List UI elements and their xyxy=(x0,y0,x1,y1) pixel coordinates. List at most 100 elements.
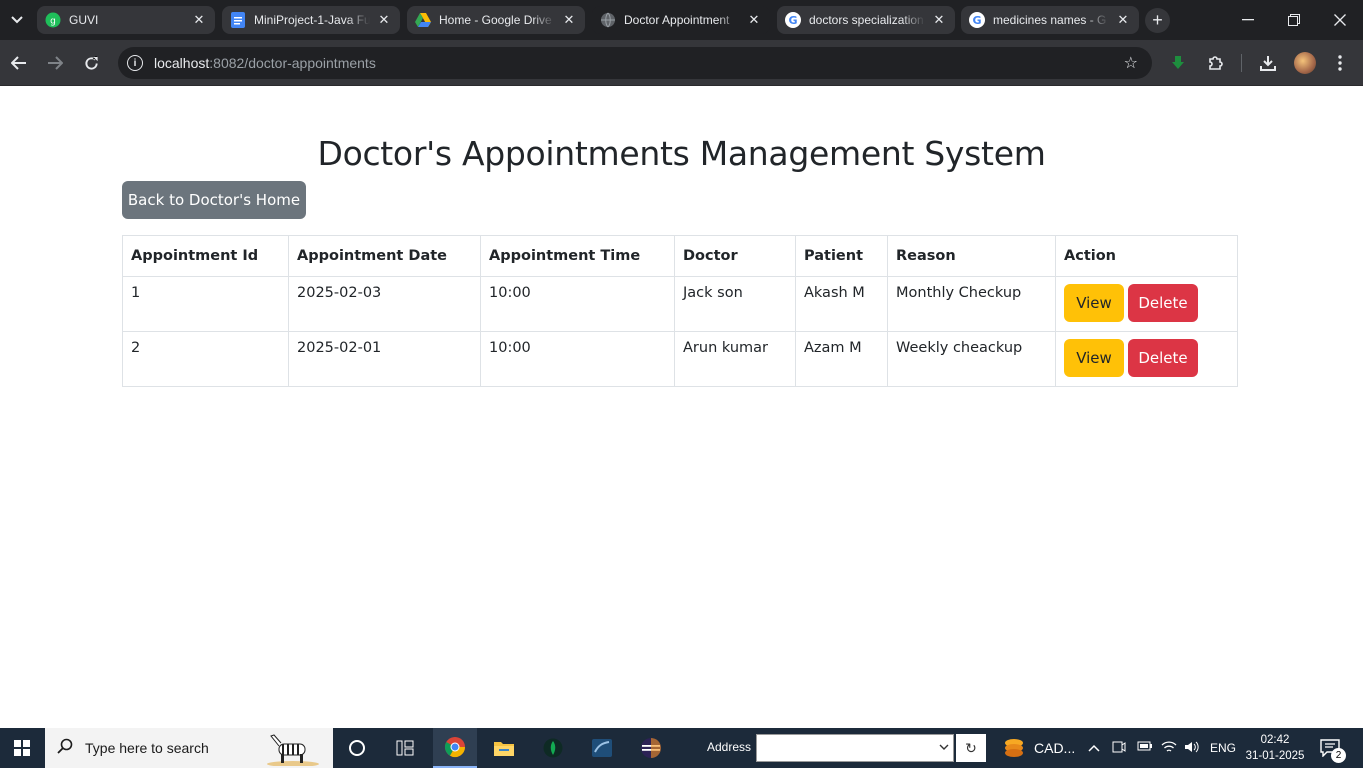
cell-appointment-time: 10:00 xyxy=(480,276,675,332)
extensions-puzzle-icon[interactable] xyxy=(1203,51,1227,75)
clock-time: 02:42 xyxy=(1260,734,1290,746)
site-info-icon[interactable]: i xyxy=(127,55,143,71)
back-arrow-icon[interactable] xyxy=(7,51,31,75)
url-text[interactable]: localhost:8082/doctor-appointments xyxy=(154,55,376,71)
mysql-workbench-icon[interactable] xyxy=(580,728,624,768)
tab-doctor-appointment[interactable]: Doctor Appointment ✕ xyxy=(592,6,770,34)
address-toolbar-input[interactable] xyxy=(756,734,954,762)
svg-text:G: G xyxy=(788,14,797,27)
cell-patient: Azam M xyxy=(795,331,888,387)
tab-search-dropdown-icon[interactable] xyxy=(6,9,28,31)
cad-coin-icon[interactable] xyxy=(1003,737,1025,759)
page-title: Doctor's Appointments Management System xyxy=(317,134,1046,173)
chevron-down-icon[interactable] xyxy=(939,741,949,753)
back-to-doctor-home-button[interactable]: Back to Doctor's Home xyxy=(122,181,306,219)
show-hidden-icons-chevron-up-icon[interactable] xyxy=(1088,740,1100,755)
globe-icon xyxy=(600,12,616,28)
reload-icon[interactable] xyxy=(79,51,103,75)
cell-doctor: Jack son xyxy=(674,276,796,332)
meet-now-icon[interactable] xyxy=(1112,740,1126,757)
cell-patient: Akash M xyxy=(795,276,888,332)
cell-appointment-time: 10:00 xyxy=(480,331,675,387)
start-button[interactable] xyxy=(0,728,44,768)
taskbar-clock[interactable]: 02:42 31-01-2025 xyxy=(1245,732,1305,764)
cell-action: View Delete xyxy=(1055,276,1238,332)
volume-icon[interactable] xyxy=(1184,740,1200,757)
cell-appointment-id: 2 xyxy=(122,331,289,387)
wifi-icon[interactable] xyxy=(1161,740,1177,757)
tab-title: Doctor Appointment xyxy=(624,13,730,27)
tab-medicines-names[interactable]: G medicines names - G ✕ xyxy=(961,6,1139,34)
task-view-icon[interactable] xyxy=(383,728,427,768)
svg-text:g: g xyxy=(50,17,56,27)
taskbar-search-box[interactable]: Type here to search xyxy=(45,728,333,768)
search-icon xyxy=(57,738,77,759)
cell-doctor: Arun kumar xyxy=(674,331,796,387)
address-toolbar-label: Address xyxy=(707,740,752,754)
table-row: 1 2025-02-03 10:00 Jack son Akash M Mont… xyxy=(122,276,1238,332)
view-button[interactable]: View xyxy=(1064,284,1124,322)
column-header-appointment-id: Appointment Id xyxy=(122,235,289,277)
more-menu-icon[interactable] xyxy=(1328,51,1352,75)
close-icon[interactable]: ✕ xyxy=(746,12,762,28)
close-icon[interactable]: ✕ xyxy=(191,12,207,28)
cell-appointment-date: 2025-02-01 xyxy=(288,331,481,387)
close-window-icon[interactable] xyxy=(1327,8,1353,32)
column-header-action: Action xyxy=(1055,235,1238,277)
view-button[interactable]: View xyxy=(1064,339,1124,377)
google-icon: G xyxy=(785,12,801,28)
profile-avatar[interactable] xyxy=(1294,52,1316,74)
column-header-appointment-time: Appointment Time xyxy=(480,235,675,277)
bookmark-star-icon[interactable]: ☆ xyxy=(1124,53,1138,73)
file-explorer-icon[interactable] xyxy=(482,728,526,768)
column-header-reason: Reason xyxy=(887,235,1056,277)
tab-title: medicines names - G xyxy=(993,13,1107,27)
tab-guvi[interactable]: g GUVI ✕ xyxy=(37,6,215,34)
google-docs-icon xyxy=(230,12,246,28)
close-icon[interactable]: ✕ xyxy=(376,12,392,28)
downloads-icon[interactable] xyxy=(1256,51,1280,75)
new-tab-button[interactable]: + xyxy=(1145,8,1170,33)
page-content: Doctor's Appointments Management System … xyxy=(0,87,1363,728)
google-icon: G xyxy=(969,12,985,28)
guvi-icon: g xyxy=(45,12,61,28)
tab-title: Home - Google Drive xyxy=(439,13,552,27)
column-header-appointment-date: Appointment Date xyxy=(288,235,481,277)
delete-button[interactable]: Delete xyxy=(1128,284,1198,322)
tab-title: GUVI xyxy=(69,13,99,27)
cad-label[interactable]: CAD... xyxy=(1034,740,1075,756)
language-indicator[interactable]: ENG xyxy=(1210,741,1236,755)
refresh-icon[interactable]: ↻ xyxy=(956,734,986,762)
search-placeholder: Type here to search xyxy=(85,740,209,756)
clock-date: 31-01-2025 xyxy=(1245,750,1305,762)
mongodb-compass-icon[interactable] xyxy=(531,728,575,768)
task-view-cortana-icon[interactable] xyxy=(335,728,379,768)
battery-icon[interactable] xyxy=(1137,740,1153,755)
close-icon[interactable]: ✕ xyxy=(931,12,947,28)
cell-reason: Monthly Checkup xyxy=(887,276,1056,332)
column-header-doctor: Doctor xyxy=(674,235,796,277)
google-drive-icon xyxy=(415,12,431,28)
notification-count-badge: 2 xyxy=(1331,748,1346,763)
tab-google-drive[interactable]: Home - Google Drive ✕ xyxy=(407,6,585,34)
tab-miniproject[interactable]: MiniProject-1-Java Fu ✕ xyxy=(222,6,400,34)
minimize-icon[interactable] xyxy=(1235,8,1261,32)
cell-action: View Delete xyxy=(1055,331,1238,387)
appointments-table: Appointment Id Appointment Date Appointm… xyxy=(122,235,1238,387)
chrome-taskbar-icon[interactable] xyxy=(433,728,477,768)
delete-button[interactable]: Delete xyxy=(1128,339,1198,377)
url-host: localhost xyxy=(154,55,210,71)
tab-doctors-specialization[interactable]: G doctors specialization ✕ xyxy=(777,6,955,34)
browser-toolbar: i localhost:8082/doctor-appointments ☆ xyxy=(0,40,1363,86)
forward-arrow-icon[interactable] xyxy=(43,51,67,75)
url-path: :8082/doctor-appointments xyxy=(209,55,376,71)
close-icon[interactable]: ✕ xyxy=(561,12,577,28)
eclipse-icon[interactable] xyxy=(629,728,673,768)
restore-icon[interactable] xyxy=(1281,8,1307,32)
cell-appointment-date: 2025-02-03 xyxy=(288,276,481,332)
table-header-row: Appointment Id Appointment Date Appointm… xyxy=(122,235,1238,277)
extension-download-icon[interactable] xyxy=(1166,51,1190,75)
close-icon[interactable]: ✕ xyxy=(1115,12,1131,28)
address-bar[interactable]: i localhost:8082/doctor-appointments ☆ xyxy=(118,47,1152,79)
svg-text:G: G xyxy=(972,14,981,27)
